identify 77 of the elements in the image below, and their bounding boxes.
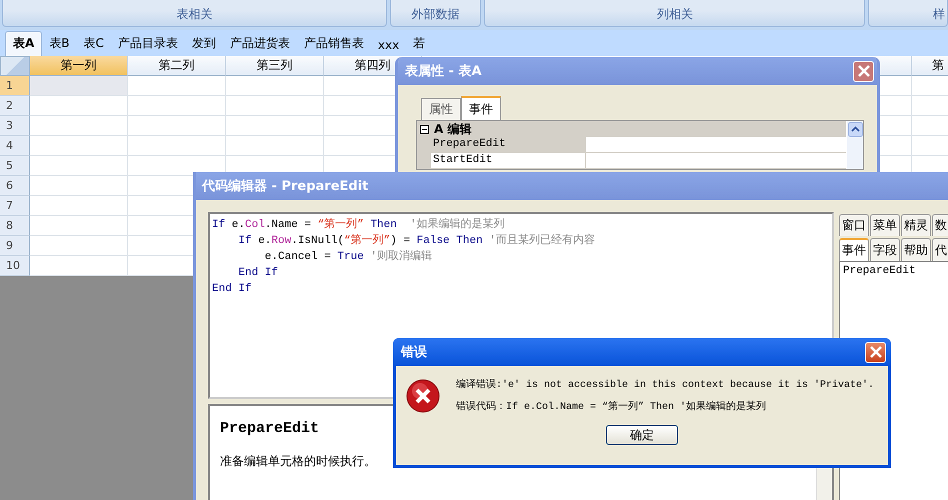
- tab[interactable]: 属性: [421, 98, 461, 120]
- sheet-tab[interactable]: 表A: [5, 31, 42, 56]
- side-tab[interactable]: 窗口: [839, 214, 869, 236]
- grid-cell[interactable]: [128, 76, 226, 96]
- grid-cell[interactable]: [226, 136, 324, 156]
- grid-cell[interactable]: [30, 176, 128, 196]
- row-header[interactable]: 6: [0, 176, 30, 196]
- grid-cell[interactable]: [226, 96, 324, 116]
- property-name[interactable]: PrepareEdit: [417, 137, 585, 152]
- code-line: End If: [237, 266, 280, 281]
- sheet-tab[interactable]: 产品销售表: [296, 32, 371, 56]
- column-header[interactable]: 第: [912, 56, 948, 76]
- collapse-icon[interactable]: [420, 124, 429, 134]
- help-description: 准备编辑单元格的时候执行。: [220, 453, 376, 470]
- ok-button[interactable]: 确定: [606, 425, 678, 445]
- side-tab[interactable]: 事件: [839, 238, 869, 261]
- row-header[interactable]: 8: [0, 216, 30, 236]
- side-tab[interactable]: 字段: [870, 238, 900, 261]
- close-button[interactable]: [853, 60, 874, 82]
- row-header[interactable]: 10: [0, 256, 30, 276]
- side-tab[interactable]: 代: [932, 238, 948, 261]
- column-header[interactable]: 第三列: [226, 56, 324, 76]
- close-button[interactable]: [865, 342, 886, 362]
- side-tab[interactable]: 精灵: [901, 214, 931, 236]
- grid-cell[interactable]: [30, 76, 128, 96]
- grid-cell[interactable]: [30, 96, 128, 116]
- error-code-line: 错误代码：If e.Col.Name = “第一列” Then '如果编辑的是某列: [456, 400, 768, 413]
- category-label: A 编辑: [434, 120, 472, 138]
- grid-cell[interactable]: [128, 116, 226, 136]
- sheet-tab[interactable]: 产品进货表: [222, 32, 297, 56]
- window-title: 错误: [401, 344, 427, 361]
- close-icon: [856, 64, 870, 78]
- row-header[interactable]: 2: [0, 96, 30, 116]
- grid-cell[interactable]: [30, 236, 128, 256]
- side-tab[interactable]: 菜单: [870, 214, 900, 236]
- side-tab[interactable]: 数: [932, 214, 948, 236]
- row-header[interactable]: 7: [0, 196, 30, 216]
- row-header[interactable]: 9: [0, 236, 30, 256]
- code-line: If e.Row.IsNull(“第一列”) = False Then '而且某列已经有内容: [237, 233, 596, 249]
- close-icon: [868, 345, 882, 359]
- sheet-tab[interactable]: xxx: [370, 35, 406, 56]
- grid-cell[interactable]: [226, 116, 324, 136]
- scroll-up-icon[interactable]: [848, 122, 862, 137]
- error-icon: [406, 379, 440, 413]
- ribbon-group-label: 表相关: [2, 0, 387, 27]
- row-header[interactable]: 5: [0, 156, 30, 176]
- sheet-tab[interactable]: 表C: [76, 32, 111, 56]
- ribbon-group-label: 外部数据: [390, 0, 482, 27]
- grid-cell[interactable]: [30, 196, 128, 216]
- select-all-corner[interactable]: [0, 56, 30, 76]
- sheet-tab[interactable]: 发到: [184, 32, 223, 56]
- code-line: If e.Col.Name = “第一列” Then '如果编辑的是某列: [212, 217, 506, 233]
- row-header[interactable]: 1: [0, 76, 30, 96]
- grid-cell[interactable]: [30, 216, 128, 236]
- code-line: End If: [212, 282, 253, 297]
- row-header[interactable]: 3: [0, 116, 30, 136]
- code-line: e.Cancel = True '则取消编辑: [264, 249, 434, 265]
- ribbon-group-label: 样: [868, 0, 948, 27]
- help-heading: PrepareEdit: [220, 420, 320, 437]
- grid-cell[interactable]: [30, 136, 128, 156]
- grid-cell[interactable]: [30, 116, 128, 136]
- column-header[interactable]: 第二列: [128, 56, 226, 76]
- tab[interactable]: 事件: [461, 96, 501, 120]
- scrollbar[interactable]: [847, 121, 863, 169]
- row-header[interactable]: 4: [0, 136, 30, 156]
- sheet-tab[interactable]: 产品目录表: [110, 32, 185, 56]
- grid-cell[interactable]: [128, 136, 226, 156]
- grid-cell[interactable]: [226, 76, 324, 96]
- grid-cell[interactable]: [128, 96, 226, 116]
- window-title: 代码编辑器 - PrepareEdit: [202, 178, 368, 195]
- column-header[interactable]: 第一列: [30, 56, 128, 76]
- list-item[interactable]: PrepareEdit: [843, 265, 948, 277]
- ribbon-group-label: 列相关: [484, 0, 866, 27]
- sheet-tab[interactable]: 若: [406, 32, 432, 56]
- side-tab[interactable]: 帮助: [901, 238, 931, 261]
- sheet-tab[interactable]: 表B: [42, 32, 77, 56]
- grid-cell[interactable]: [30, 156, 128, 176]
